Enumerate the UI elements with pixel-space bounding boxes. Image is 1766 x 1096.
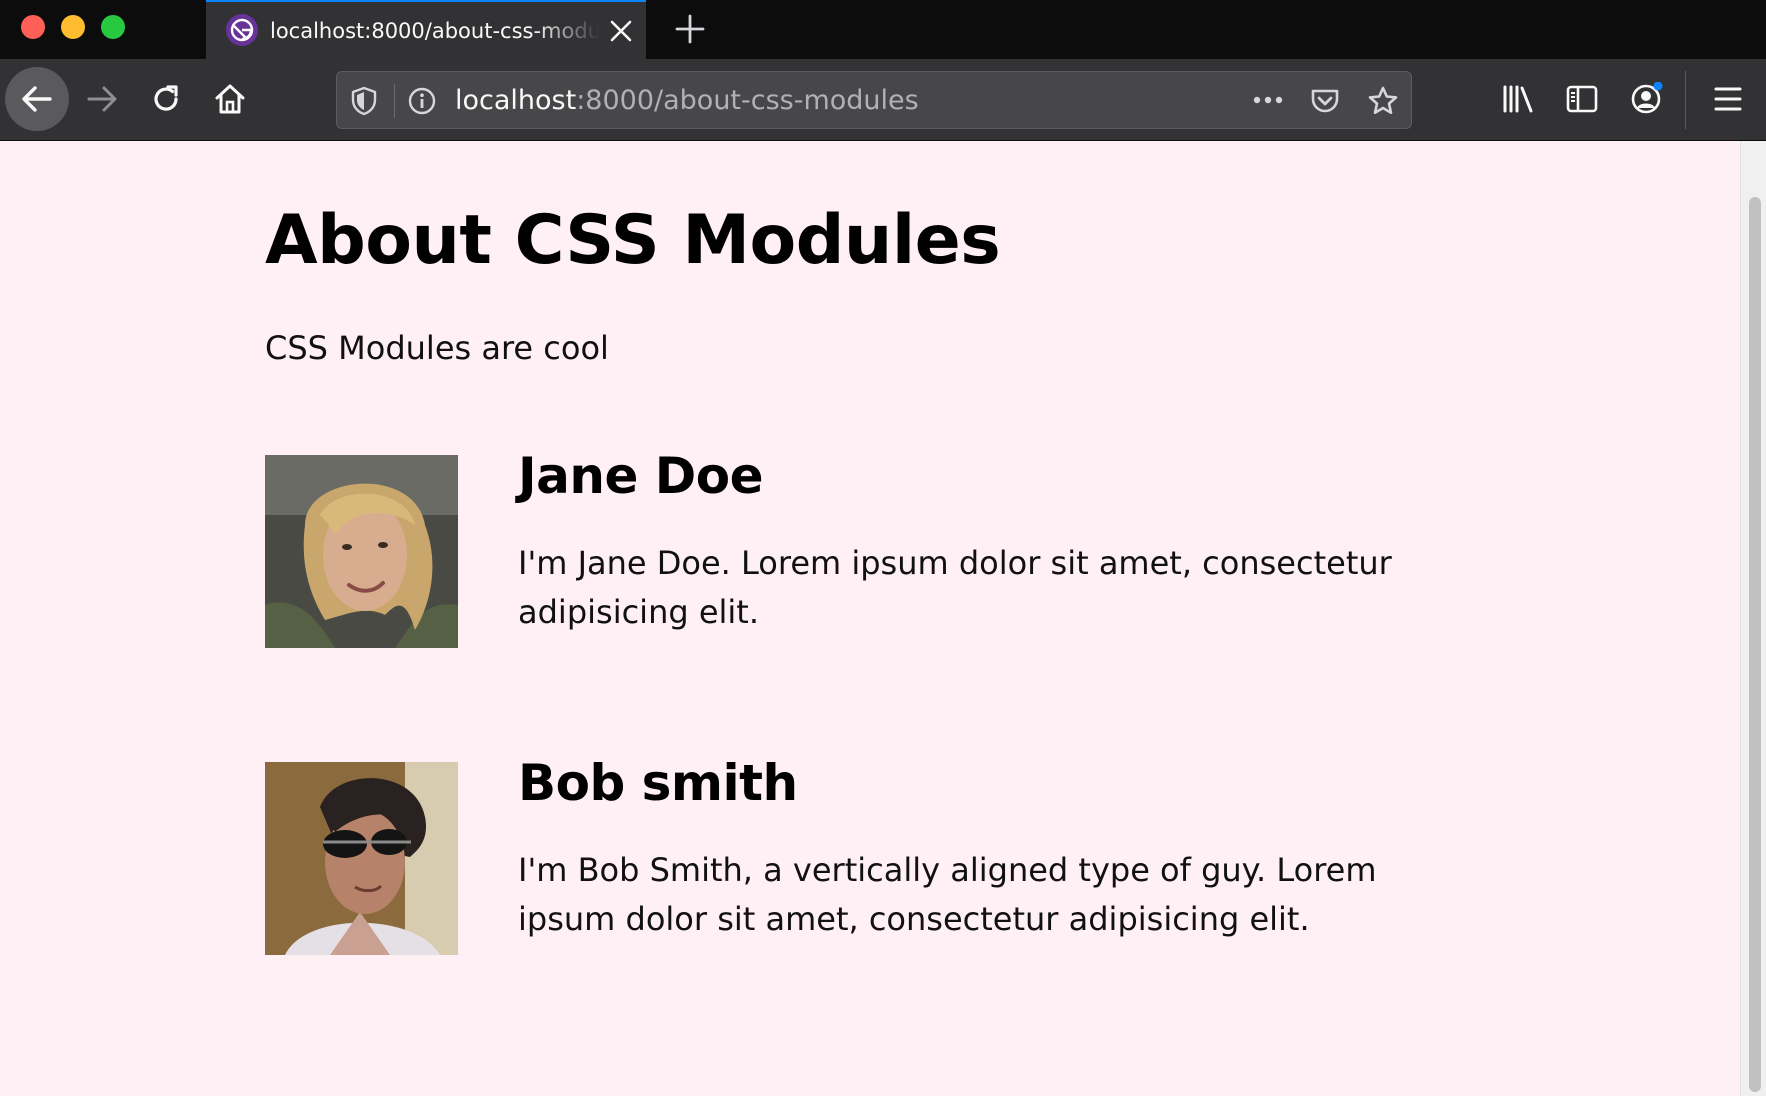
hamburger-menu-icon xyxy=(1714,87,1742,111)
user-excerpt: I'm Bob Smith, a vertically aligned type… xyxy=(518,851,1377,938)
tab-title: localhost:8000/about-css-modules xyxy=(270,19,600,43)
page-actions-more-icon[interactable] xyxy=(1251,88,1285,112)
forward-button[interactable] xyxy=(72,69,132,129)
menu-button[interactable] xyxy=(1708,79,1748,119)
tracking-shield-icon[interactable] xyxy=(351,86,377,116)
new-tab-icon[interactable] xyxy=(675,14,705,44)
url-path: :8000/about-css-modules xyxy=(576,85,919,116)
url-text[interactable]: localhost:8000/about-css-modules xyxy=(455,84,919,118)
page-scrollbar[interactable] xyxy=(1740,141,1766,1096)
bookmark-star-icon[interactable] xyxy=(1367,85,1399,117)
site-info-icon[interactable] xyxy=(407,86,437,116)
user-card: Bob smith I'm Bob Smith, a vertically al… xyxy=(265,754,1445,962)
user-excerpt: I'm Jane Doe. Lorem ipsum dolor sit amet… xyxy=(518,544,1392,631)
reload-icon xyxy=(154,85,178,111)
sidebar-icon xyxy=(1566,85,1598,113)
library-icon xyxy=(1503,85,1533,113)
window-minimize-button[interactable] xyxy=(61,15,85,39)
active-tab[interactable]: localhost:8000/about-css-modules xyxy=(206,0,646,59)
page-title: About CSS Modules xyxy=(265,201,1001,280)
url-bar[interactable]: localhost:8000/about-css-modules xyxy=(336,71,1412,129)
reload-button[interactable] xyxy=(136,69,196,129)
library-button[interactable] xyxy=(1498,79,1538,119)
account-button[interactable] xyxy=(1626,79,1666,119)
arrow-left-icon xyxy=(22,86,52,112)
user-name: Jane Doe xyxy=(518,447,764,505)
avatar-photo-bob xyxy=(265,762,458,955)
toolbar-divider xyxy=(1685,71,1686,129)
home-icon xyxy=(215,84,245,114)
avatar-photo-jane xyxy=(265,455,458,648)
tab-strip: localhost:8000/about-css-modules xyxy=(0,0,1766,59)
account-icon xyxy=(1631,82,1663,114)
sidebar-button[interactable] xyxy=(1562,79,1602,119)
pocket-icon[interactable] xyxy=(1309,85,1341,117)
page-content: About CSS Modules CSS Modules are cool J… xyxy=(0,141,1740,1096)
close-tab-icon[interactable] xyxy=(608,18,634,44)
home-button[interactable] xyxy=(200,69,260,129)
back-button[interactable] xyxy=(5,67,69,131)
page-intro: CSS Modules are cool xyxy=(265,329,609,367)
arrow-right-icon xyxy=(87,86,117,112)
url-bar-divider xyxy=(394,84,395,118)
window-maximize-button[interactable] xyxy=(101,15,125,39)
url-host: localhost xyxy=(455,85,577,116)
user-name: Bob smith xyxy=(518,754,798,812)
navigation-toolbar: localhost:8000/about-css-modules xyxy=(0,59,1766,141)
user-card: Jane Doe I'm Jane Doe. Lorem ipsum dolor… xyxy=(265,447,1445,655)
scrollbar-thumb[interactable] xyxy=(1749,197,1761,1092)
window-close-button[interactable] xyxy=(21,15,45,39)
gatsby-logo-icon xyxy=(226,14,258,46)
